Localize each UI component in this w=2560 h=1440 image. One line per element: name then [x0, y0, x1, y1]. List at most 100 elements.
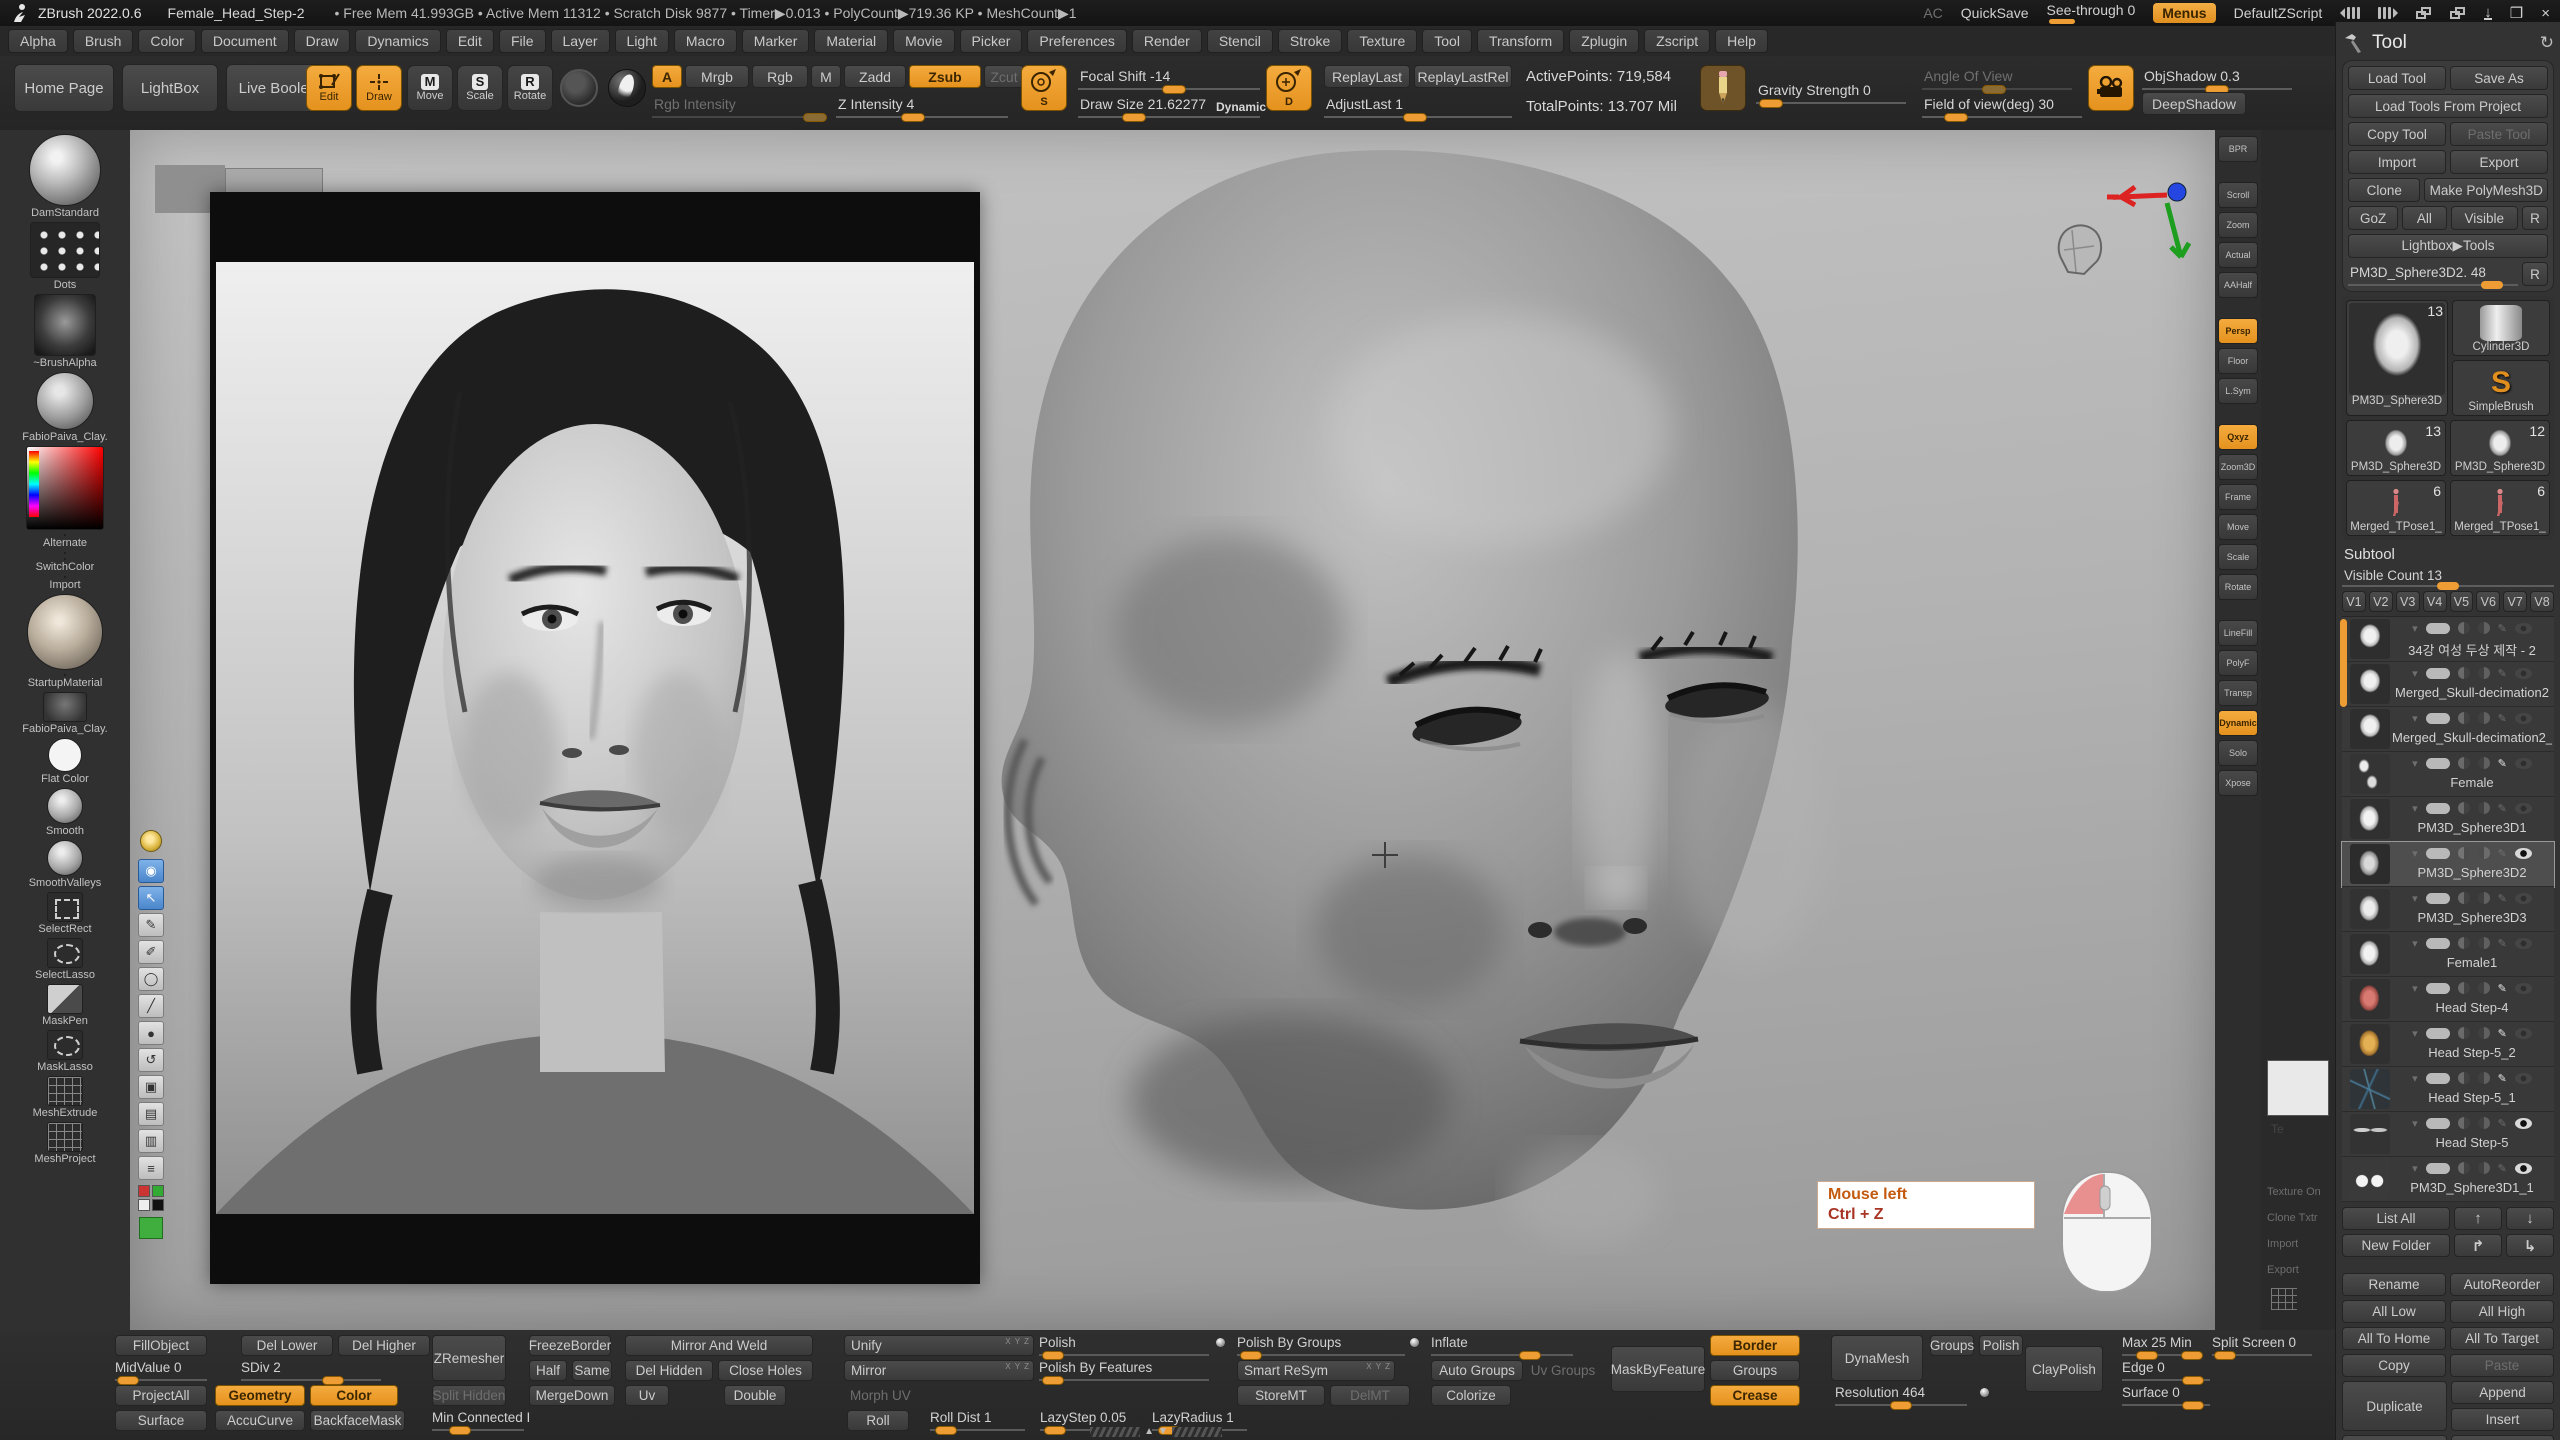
zremesher-button[interactable]: ZRemesher — [432, 1335, 506, 1381]
right-shelf-button[interactable]: Qxyz — [2218, 424, 2258, 450]
sidebar-thumbnail[interactable] — [48, 738, 82, 772]
paint-brush-icon[interactable]: ✎ — [2498, 802, 2507, 815]
polypaint-toggle-icon[interactable] — [2426, 893, 2450, 904]
right-shelf-button[interactable]: Solo — [2218, 740, 2258, 766]
min-connected-knob[interactable] — [449, 1426, 471, 1435]
load-tools-from-project-button[interactable]: Load Tools From Project — [2348, 94, 2548, 118]
ghost-toggle-icon[interactable] — [2458, 667, 2470, 679]
visibility-eye-icon[interactable] — [2515, 1073, 2532, 1084]
tool-slot[interactable]: Cylinder3D — [2452, 300, 2550, 356]
ghost-toggle-icon[interactable] — [2458, 1027, 2470, 1039]
split-screen-slider[interactable]: Split Screen 0 — [2212, 1335, 2312, 1356]
resolution-knob[interactable] — [1890, 1401, 1912, 1410]
active-tool-knob[interactable] — [2481, 281, 2503, 289]
insert-button[interactable]: Insert — [2451, 1408, 2554, 1431]
sidebar-thumbnail[interactable] — [47, 938, 83, 968]
replay-last-button[interactable]: ReplayLast — [1324, 65, 1410, 88]
min-knob[interactable] — [2181, 1351, 2203, 1360]
auto-groups-button[interactable]: Auto Groups — [1431, 1360, 1523, 1381]
menu-item[interactable]: File — [499, 29, 546, 53]
draw-size-knob[interactable] — [1122, 113, 1146, 122]
max-min-slider[interactable]: Max 25 Min — [2122, 1335, 2200, 1356]
pen-tool-button[interactable]: ✎ — [138, 913, 164, 937]
see-through-knob[interactable] — [2049, 19, 2075, 24]
inflate-slider[interactable]: Inflate — [1431, 1335, 1573, 1356]
del-other-button[interactable]: Del Other — [2451, 1435, 2554, 1440]
sdiv-slider[interactable]: SDiv 2 — [241, 1360, 381, 1381]
visibility-eye-icon[interactable] — [2515, 758, 2532, 769]
copy-subtool-button[interactable]: Copy — [2342, 1354, 2446, 1377]
subtool-scrollbar[interactable] — [2340, 619, 2347, 707]
right-shelf-button[interactable]: Transp — [2218, 680, 2258, 706]
visibility-eye-icon[interactable] — [2515, 1163, 2532, 1174]
sidebar-thumbnail[interactable] — [29, 134, 101, 206]
del-higher-button[interactable]: Del Higher — [338, 1335, 430, 1356]
ghost-toggle-icon[interactable] — [2458, 757, 2470, 769]
pencil-tool-button[interactable]: ╱ — [138, 994, 164, 1018]
difference-toggle-icon[interactable] — [2478, 622, 2490, 634]
right-shelf-button[interactable]: Move — [2218, 514, 2258, 540]
move-into-folder-button[interactable]: ↳ — [2506, 1234, 2554, 1257]
resolution-mode-dot[interactable] — [1980, 1388, 1989, 1397]
morph-uv-button[interactable]: Morph UV — [844, 1385, 944, 1406]
subtool-item[interactable]: ▾ ✎ PM3D_Sphere3D1_1 — [2342, 1157, 2554, 1202]
chevron-down-icon[interactable]: ▾ — [2412, 1117, 2418, 1130]
menu-item[interactable]: Light — [615, 29, 669, 53]
del-mt-button[interactable]: DelMT — [1330, 1385, 1410, 1406]
rgb-intensity-slider[interactable]: Rgb Intensity — [652, 94, 824, 118]
reset-icon[interactable]: ↻ — [2540, 33, 2554, 53]
smart-resym-button[interactable]: Smart ReSymX Y Z — [1237, 1360, 1395, 1381]
ghost-toggle-icon[interactable] — [2458, 1072, 2470, 1084]
collapse-left-tray-icon[interactable] — [2340, 7, 2360, 19]
paint-brush-icon[interactable]: ✎ — [2498, 1117, 2507, 1130]
subtool-thumbnail[interactable] — [2350, 889, 2390, 929]
mid-value-slider[interactable]: MidValue 0 — [115, 1360, 207, 1381]
polypaint-toggle-icon[interactable] — [2426, 1118, 2450, 1129]
append-button[interactable]: Append — [2451, 1381, 2554, 1404]
marker-tool-button[interactable]: ✐ — [138, 940, 164, 964]
right-shelf-button[interactable]: Rotate — [2218, 574, 2258, 600]
camera-head-preview[interactable] — [2050, 220, 2120, 280]
subtool-item[interactable]: ▾ ✎ PM3D_Sphere3D1 — [2342, 797, 2554, 842]
grid-icon[interactable] — [2271, 1288, 2297, 1310]
surface-button[interactable]: Surface — [115, 1410, 207, 1431]
tool-slot[interactable]: S SimpleBrush — [2452, 360, 2550, 416]
store-mt-button[interactable]: StoreMT — [1237, 1385, 1325, 1406]
subtool-item[interactable]: ▾ ✎ Head Step-5_2 — [2342, 1022, 2554, 1067]
sidebar-thumbnail[interactable] — [47, 1076, 83, 1106]
current-material-icon[interactable] — [608, 69, 646, 107]
ghost-toggle-icon[interactable] — [2458, 892, 2470, 904]
texture-on-button[interactable]: Texture On — [2267, 1186, 2321, 1198]
difference-toggle-icon[interactable] — [2478, 892, 2490, 904]
accu-curve-button[interactable]: AccuCurve — [215, 1410, 305, 1431]
difference-toggle-icon[interactable] — [2478, 712, 2490, 724]
polypaint-toggle-icon[interactable] — [2426, 938, 2450, 949]
menu-item[interactable]: Alpha — [8, 29, 68, 53]
dot-tool-button[interactable]: ● — [138, 1021, 164, 1045]
subtool-thumbnail[interactable] — [2350, 979, 2390, 1019]
gravity-pencil-icon[interactable] — [1700, 65, 1746, 111]
polypaint-toggle-icon[interactable] — [2426, 1163, 2450, 1174]
sidebar-item[interactable]: DamStandard — [29, 134, 101, 219]
field-of-view-knob[interactable] — [1944, 113, 1968, 122]
list-all-button[interactable]: List All — [2342, 1207, 2450, 1230]
subtool-item[interactable]: ▾ ✎ Female1 — [2342, 932, 2554, 977]
clone-texture-button[interactable]: Clone Txtr — [2267, 1212, 2318, 1224]
ghost-toggle-icon[interactable] — [2458, 847, 2470, 859]
sidebar-thumbnail[interactable] — [64, 674, 66, 676]
sidebar-item[interactable]: FabioPaiva_Clay. — [22, 372, 107, 443]
crease-toggle-button[interactable]: Crease — [1710, 1385, 1800, 1406]
sidebar-thumbnail[interactable] — [47, 788, 83, 824]
uv-groups-button[interactable]: Uv Groups — [1528, 1360, 1598, 1381]
clone-button[interactable]: Clone — [2348, 178, 2420, 202]
sidebar-item[interactable]: Smooth — [46, 788, 84, 837]
polypaint-toggle-icon[interactable] — [2426, 848, 2450, 859]
chevron-down-icon[interactable]: ▾ — [2412, 757, 2418, 770]
home-page-button[interactable]: Home Page — [14, 64, 114, 112]
ghost-toggle-icon[interactable] — [2458, 1162, 2470, 1174]
light-bulb-icon[interactable] — [140, 830, 162, 852]
active-tool-slider[interactable]: PM3D_Sphere3D2. 48 — [2348, 262, 2518, 286]
menu-item[interactable]: Transform — [1477, 29, 1564, 53]
rgb-button[interactable]: Rgb — [752, 65, 808, 88]
subtool-item[interactable]: ▾ ✎ Merged_Skull-decimation2 — [2342, 662, 2554, 707]
